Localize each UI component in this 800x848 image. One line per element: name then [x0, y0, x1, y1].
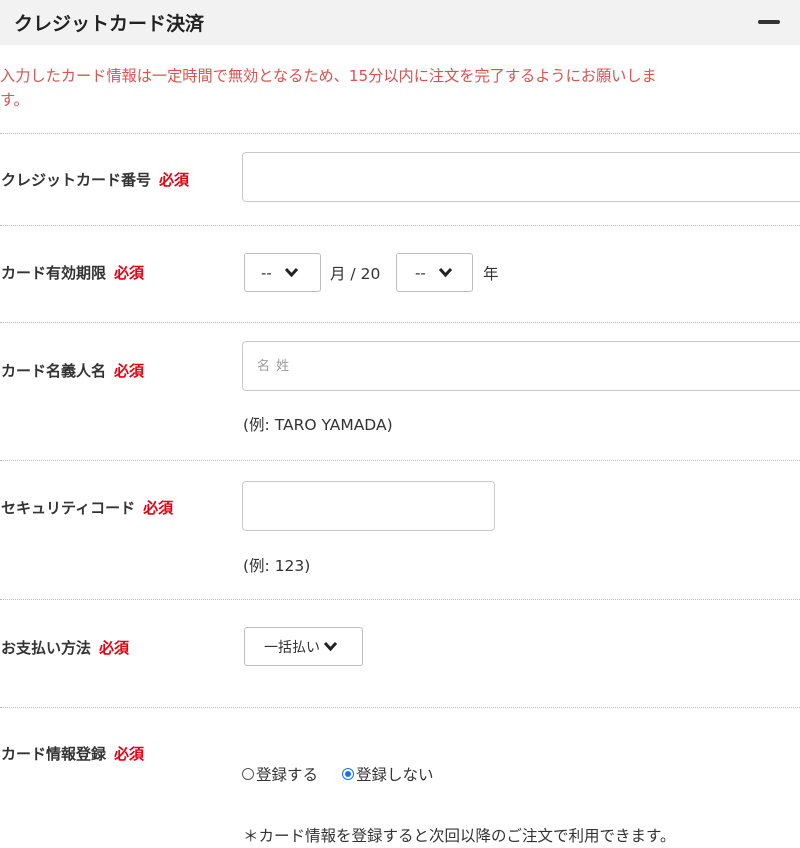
expiry-month-value: -- [261, 263, 272, 282]
minus-icon[interactable] [757, 16, 780, 28]
card-number-label: クレジットカード番号 必須 [1, 171, 190, 189]
security-code-label: セキュリティコード 必須 [1, 499, 174, 517]
expiry-month-unit: 月 / 20 [330, 265, 381, 283]
expiry-month-select[interactable]: -- [244, 253, 321, 292]
card-holder-label: カード名義人名 必須 [1, 362, 145, 380]
notice-line-2: す。 [0, 91, 29, 109]
chevron-down-icon [438, 267, 453, 278]
required-badge: 必須 [114, 264, 145, 282]
chevron-down-icon [284, 267, 299, 278]
radio-checked-icon [342, 768, 355, 780]
required-badge: 必須 [143, 499, 174, 517]
divider [0, 133, 800, 134]
chevron-down-icon [323, 641, 338, 652]
security-code-example: (例: 123) [243, 557, 311, 575]
expiry-year-value: -- [415, 263, 426, 282]
card-register-options: 登録する 登録しない [242, 763, 434, 785]
register-no-radio[interactable]: 登録しない [342, 763, 434, 785]
notice-line-1: 入力したカード情報は一定時間で無効となるため、15分以内に注文を完了するようにお… [0, 67, 657, 85]
required-badge: 必須 [99, 639, 130, 657]
section-title: クレジットカード決済 [14, 13, 205, 35]
required-badge: 必須 [114, 362, 145, 380]
register-no-label: 登録しない [356, 766, 434, 784]
card-register-label: カード情報登録 必須 [1, 745, 145, 763]
divider [0, 707, 800, 708]
section-header: クレジットカード決済 [0, 0, 800, 45]
card-holder-input[interactable] [242, 341, 800, 391]
divider [0, 322, 800, 323]
expiry-year-unit: 年 [483, 265, 499, 283]
required-badge: 必須 [159, 171, 190, 189]
payment-method-value: 一括払い [264, 639, 320, 656]
divider [0, 225, 800, 226]
payment-method-label: お支払い方法 必須 [1, 639, 130, 657]
expiry-year-select[interactable]: -- [396, 253, 473, 292]
payment-method-select[interactable]: 一括払い [244, 627, 363, 666]
divider [0, 599, 800, 600]
divider [0, 460, 800, 461]
register-yes-label: 登録する [256, 766, 319, 784]
card-expiry-label: カード有効期限 必須 [1, 264, 145, 282]
card-number-input[interactable] [242, 152, 800, 202]
register-yes-radio[interactable]: 登録する [242, 763, 318, 785]
card-register-note: ＊カード情報を登録すると次回以降のご注文で利用できます。 [243, 827, 676, 845]
required-badge: 必須 [114, 745, 145, 763]
security-code-input[interactable] [242, 481, 495, 531]
card-holder-example: (例: TARO YAMADA) [243, 416, 393, 434]
radio-unchecked-icon [242, 768, 254, 780]
notice-text: 入力したカード情報は一定時間で無効となるため、15分以内に注文を完了するようにお… [0, 64, 800, 112]
